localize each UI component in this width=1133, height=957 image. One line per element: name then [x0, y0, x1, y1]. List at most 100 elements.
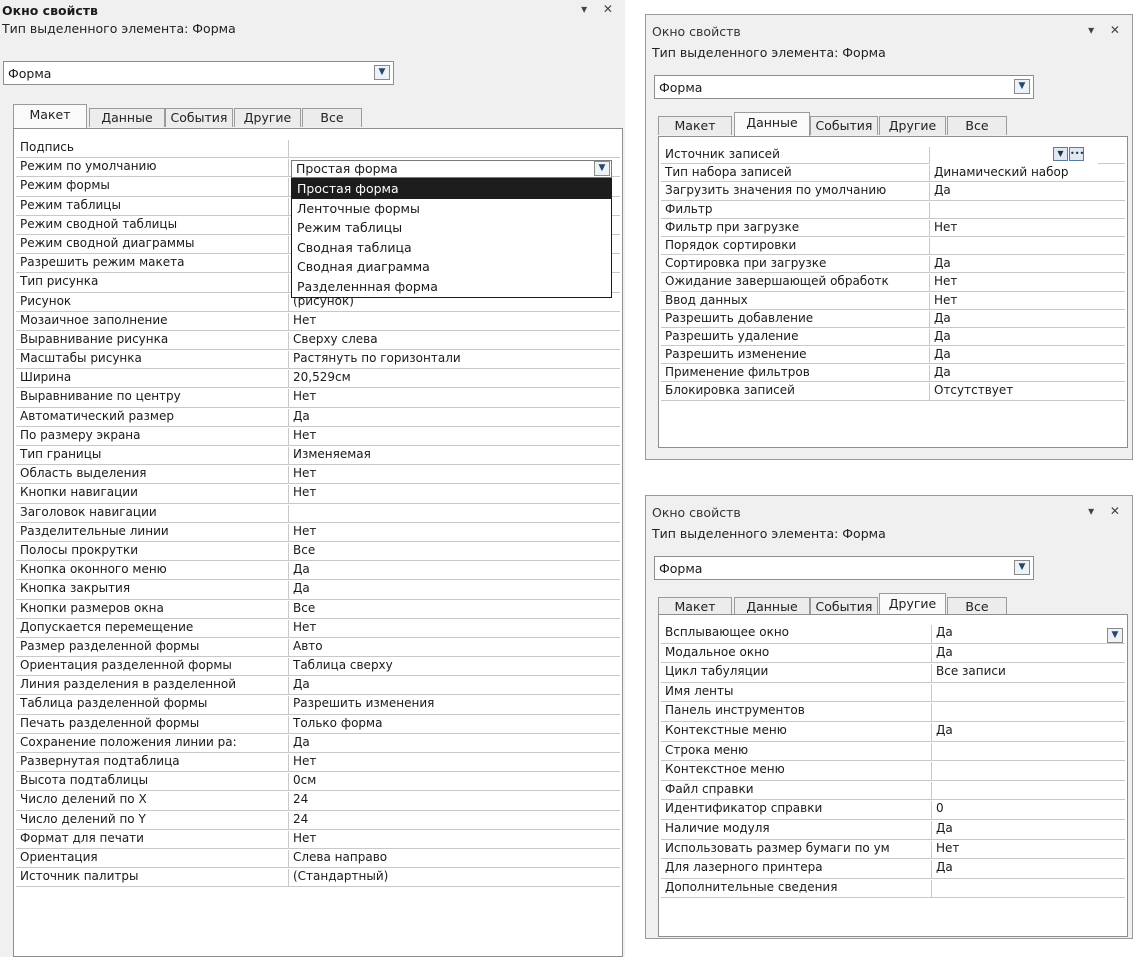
- property-row[interactable]: Заголовок навигации: [16, 504, 620, 523]
- property-row[interactable]: Кнопки навигации Нет: [16, 484, 620, 504]
- tab-3[interactable]: Другие: [234, 108, 301, 127]
- property-row[interactable]: Кнопка оконного меню Да: [16, 561, 620, 581]
- property-row[interactable]: Высота подтаблицы 0см: [16, 772, 620, 792]
- property-row[interactable]: Разрешить изменение Да: [661, 346, 1125, 365]
- property-row[interactable]: Ориентация разделенной формы Таблица свер…: [16, 657, 620, 677]
- chevron-down-icon[interactable]: ▼: [1053, 147, 1068, 161]
- property-row[interactable]: Использовать размер бумаги по ум Нет: [661, 840, 1125, 860]
- property-value[interactable]: Все: [288, 600, 620, 619]
- property-value[interactable]: Только форма: [288, 715, 620, 734]
- property-value[interactable]: Нет: [288, 466, 620, 485]
- object-selector[interactable]: Форма ▼: [3, 61, 394, 85]
- property-row[interactable]: Ширина 20,529см: [16, 369, 620, 389]
- property-value[interactable]: [288, 140, 620, 159]
- property-value[interactable]: 24: [288, 811, 620, 830]
- dropdown-option[interactable]: Разделеннная форма: [292, 277, 611, 297]
- property-row[interactable]: Печать разделенной формы Только форма: [16, 715, 620, 734]
- tab-3[interactable]: Другие: [879, 116, 946, 135]
- property-value[interactable]: Да: [288, 677, 620, 696]
- property-row[interactable]: Разделительные линии Нет: [16, 523, 620, 542]
- property-value[interactable]: 24: [288, 792, 620, 811]
- property-value[interactable]: Нет: [929, 219, 1125, 237]
- property-row[interactable]: Фильтр: [661, 201, 1125, 219]
- dropdown-option[interactable]: Простая форма: [292, 179, 611, 199]
- property-value[interactable]: Да: [929, 256, 1125, 274]
- tab-1[interactable]: Данные: [89, 108, 165, 127]
- property-row[interactable]: Сохранение положения линии ра: Да: [16, 734, 620, 753]
- object-selector[interactable]: Форма ▼: [654, 75, 1034, 99]
- chevron-down-icon[interactable]: ▼: [594, 161, 610, 176]
- property-value[interactable]: Отсутствует: [929, 383, 1125, 401]
- property-row[interactable]: Область выделения Нет: [16, 465, 620, 485]
- property-value[interactable]: Да: [931, 820, 1125, 840]
- property-value[interactable]: 0: [931, 801, 1125, 820]
- property-value[interactable]: Нет: [931, 840, 1125, 860]
- property-value[interactable]: Все: [288, 542, 620, 562]
- property-value[interactable]: [931, 683, 1125, 703]
- property-value[interactable]: Разрешить изменения: [288, 696, 620, 715]
- property-value[interactable]: Да: [931, 722, 1125, 742]
- property-value[interactable]: Да: [929, 328, 1125, 347]
- default-view-combo[interactable]: Простая форма ▼: [291, 160, 612, 178]
- property-value[interactable]: Нет: [929, 274, 1125, 292]
- tab-2[interactable]: События: [810, 116, 878, 135]
- property-value[interactable]: Да: [929, 347, 1125, 365]
- object-selector[interactable]: Форма ▼: [654, 556, 1034, 580]
- property-value[interactable]: [931, 762, 1125, 781]
- property-row[interactable]: Таблица разделенной формы Разрешить измен…: [16, 695, 620, 715]
- tab-4[interactable]: Все: [302, 108, 362, 127]
- chevron-down-icon[interactable]: ▼: [1107, 628, 1123, 643]
- property-row[interactable]: Источник палитры (Стандартный): [16, 868, 620, 888]
- property-value[interactable]: Да: [288, 408, 620, 427]
- property-row[interactable]: Выравнивание по центру Нет: [16, 388, 620, 408]
- property-row[interactable]: Тип набора записей Динамический набор: [661, 164, 1125, 183]
- property-value[interactable]: Нет: [288, 485, 620, 504]
- property-row[interactable]: Ориентация Слева направо: [16, 849, 620, 869]
- property-value[interactable]: Авто: [288, 638, 620, 658]
- property-value[interactable]: Да: [931, 625, 1125, 644]
- tab-0[interactable]: Макет: [13, 104, 87, 128]
- property-row[interactable]: Масштабы рисунка Растянуть по горизонтали: [16, 350, 620, 370]
- property-row[interactable]: Сортировка при загрузке Да: [661, 255, 1125, 274]
- property-value[interactable]: [931, 781, 1125, 801]
- property-value[interactable]: Да: [931, 860, 1125, 879]
- tab-4[interactable]: Все: [947, 116, 1007, 135]
- property-row[interactable]: Допускается перемещение Нет: [16, 619, 620, 638]
- property-value[interactable]: [931, 742, 1125, 762]
- property-row[interactable]: Цикл табуляции Все записи: [661, 663, 1125, 683]
- property-row[interactable]: Выравнивание рисунка Сверху слева: [16, 331, 620, 351]
- property-row[interactable]: Идентификатор справки 0: [661, 800, 1125, 820]
- property-row[interactable]: Полосы прокрутки Все: [16, 542, 620, 562]
- property-row[interactable]: Контекстное меню: [661, 761, 1125, 781]
- property-value[interactable]: [931, 703, 1125, 722]
- dropdown-option[interactable]: Сводная диаграмма: [292, 257, 611, 277]
- property-row[interactable]: Всплывающее окно Да: [661, 624, 1125, 644]
- property-row[interactable]: Для лазерного принтера Да: [661, 859, 1125, 879]
- chevron-down-icon[interactable]: ▼: [1014, 560, 1030, 575]
- property-value[interactable]: [929, 201, 1125, 219]
- property-value[interactable]: Растянуть по горизонтали: [288, 351, 620, 370]
- property-row[interactable]: Фильтр при загрузке Нет: [661, 219, 1125, 237]
- property-row[interactable]: Кнопки размеров окна Все: [16, 600, 620, 619]
- property-value[interactable]: Да: [931, 644, 1125, 664]
- property-row[interactable]: Наличие модуля Да: [661, 820, 1125, 840]
- property-row[interactable]: Подпись: [16, 139, 620, 159]
- property-value[interactable]: Да: [288, 581, 620, 600]
- property-value[interactable]: Все записи: [931, 664, 1125, 683]
- property-value[interactable]: [931, 879, 1125, 899]
- property-value[interactable]: Изменяемая: [288, 447, 620, 466]
- tab-0[interactable]: Макет: [658, 116, 732, 135]
- property-row[interactable]: Разрешить добавление Да: [661, 310, 1125, 328]
- property-value[interactable]: Нет: [288, 312, 620, 331]
- property-value[interactable]: Да: [288, 562, 620, 581]
- property-row[interactable]: Загрузить значения по умолчанию Да: [661, 182, 1125, 201]
- property-row[interactable]: Файл справки: [661, 781, 1125, 801]
- property-value[interactable]: Да: [929, 365, 1125, 383]
- tab-1[interactable]: Данные: [734, 112, 810, 136]
- property-row[interactable]: Панель инструментов: [661, 702, 1125, 722]
- property-value[interactable]: Нет: [929, 292, 1125, 310]
- property-row[interactable]: Порядок сортировки: [661, 237, 1125, 256]
- property-row[interactable]: Разрешить удаление Да: [661, 328, 1125, 347]
- property-value[interactable]: Сверху слева: [288, 331, 620, 351]
- property-value[interactable]: [288, 504, 620, 523]
